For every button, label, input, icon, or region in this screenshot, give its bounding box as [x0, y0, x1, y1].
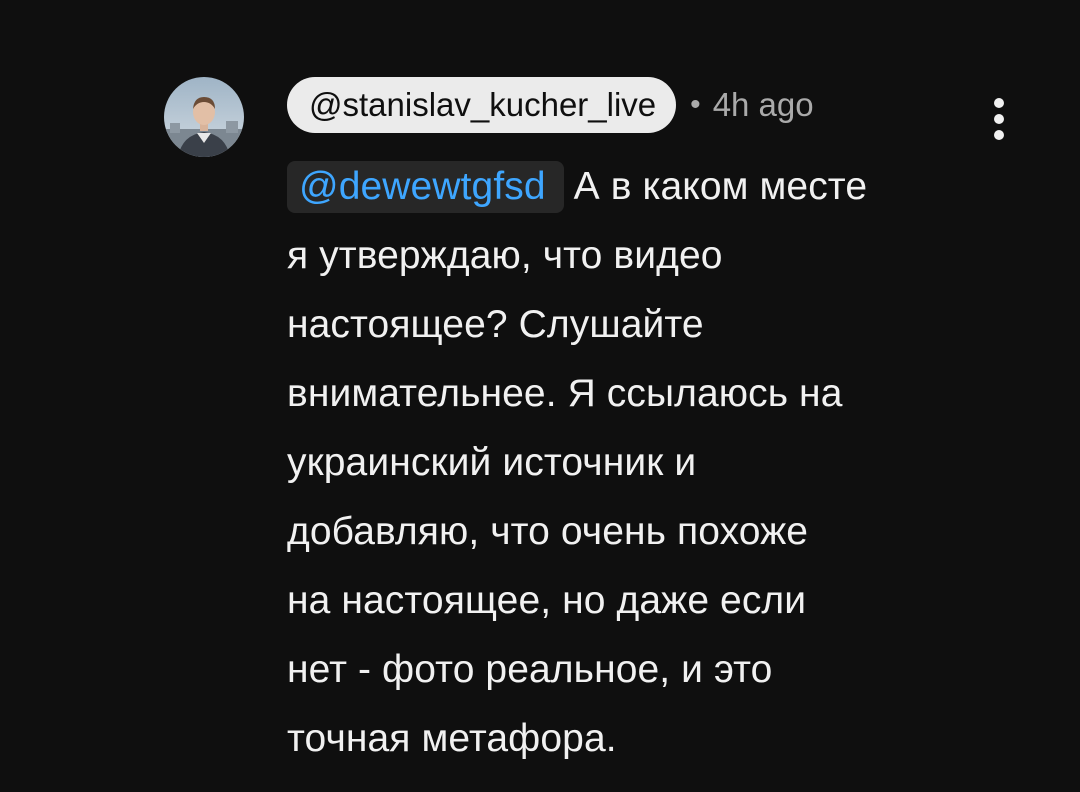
comment-text-line: А в каком месте: [573, 165, 868, 208]
user-avatar-photo-icon: [164, 77, 244, 157]
comment-text-line: украинский источник и: [287, 441, 697, 484]
comment-text-line: на настоящее, но даже если: [287, 579, 807, 622]
comment-text: @dewewtgfsd А в каком месте я утверждаю, …: [287, 152, 987, 773]
comment-text-line: настоящее? Слушайте: [287, 303, 704, 346]
comment-line-1: @dewewtgfsd А в каком месте: [287, 152, 987, 221]
comment-timestamp: 4h ago: [712, 86, 814, 123]
reply-mention-link[interactable]: @dewewtgfsd: [287, 161, 564, 213]
comment-text-line: точная метафора.: [287, 717, 617, 760]
comment-text-line: я утверждаю, что видео: [287, 234, 723, 277]
comment-text-line: добавляю, что очень похоже: [287, 510, 809, 553]
separator-dot: •: [690, 88, 701, 121]
author-avatar[interactable]: [164, 77, 244, 157]
more-options-button[interactable]: [978, 92, 1020, 148]
comment-header: @stanislav_kucher_live • 4h ago: [287, 77, 814, 133]
author-handle-chip[interactable]: @stanislav_kucher_live: [287, 77, 677, 133]
comment-text-line: внимательнее. Я ссылаюсь на: [287, 372, 843, 415]
comment-thread-item: @stanislav_kucher_live • 4h ago @dewewtg…: [0, 0, 1080, 792]
comment-text-line: нет - фото реальное, и это: [287, 648, 773, 691]
